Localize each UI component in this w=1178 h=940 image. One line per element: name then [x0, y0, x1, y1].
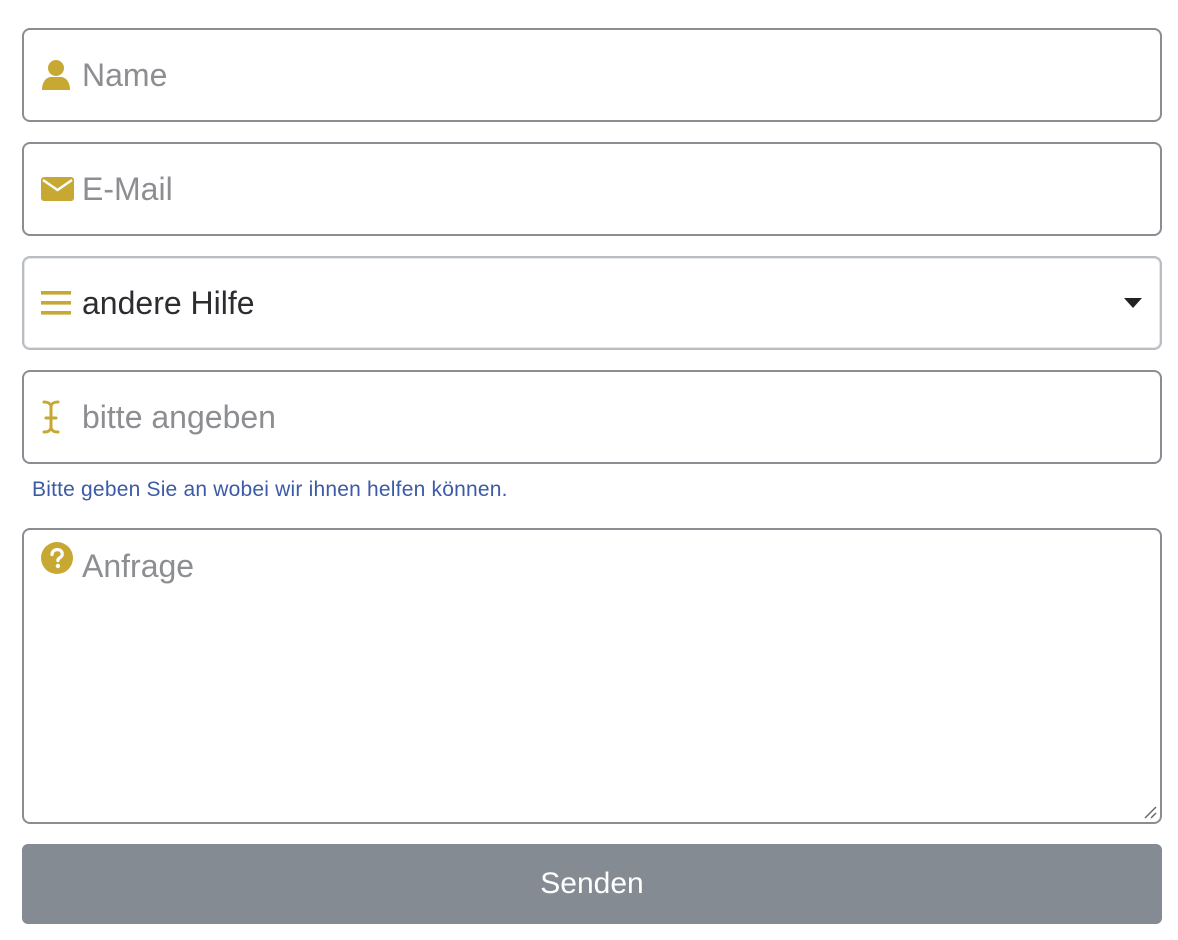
name-placeholder: Name: [82, 57, 168, 93]
details-field[interactable]: bitte angeben: [22, 370, 1162, 464]
email-field[interactable]: E-Mail: [22, 142, 1162, 236]
envelope-icon: [41, 144, 74, 234]
question-circle-icon: [41, 542, 73, 574]
topic-select[interactable]: andere Hilfe: [22, 256, 1162, 350]
chevron-down-icon[interactable]: [1124, 298, 1142, 308]
submit-button[interactable]: Senden: [22, 844, 1162, 924]
request-placeholder: Anfrage: [82, 548, 195, 584]
details-help-text: Bitte geben Sie an wobei wir ihnen helfe…: [32, 478, 508, 501]
bars-icon: [41, 258, 71, 348]
email-placeholder: E-Mail: [82, 171, 173, 207]
request-textarea[interactable]: Anfrage: [22, 528, 1162, 824]
user-icon: [41, 30, 71, 120]
text-cursor-icon: [41, 372, 61, 462]
contact-form: Name E-Mail andere Hilfe bitte angeben B…: [0, 0, 1178, 940]
resize-handle-icon[interactable]: [1141, 803, 1157, 819]
details-placeholder: bitte angeben: [82, 399, 276, 435]
name-field[interactable]: Name: [22, 28, 1162, 122]
topic-selected-value: andere Hilfe: [82, 285, 255, 321]
